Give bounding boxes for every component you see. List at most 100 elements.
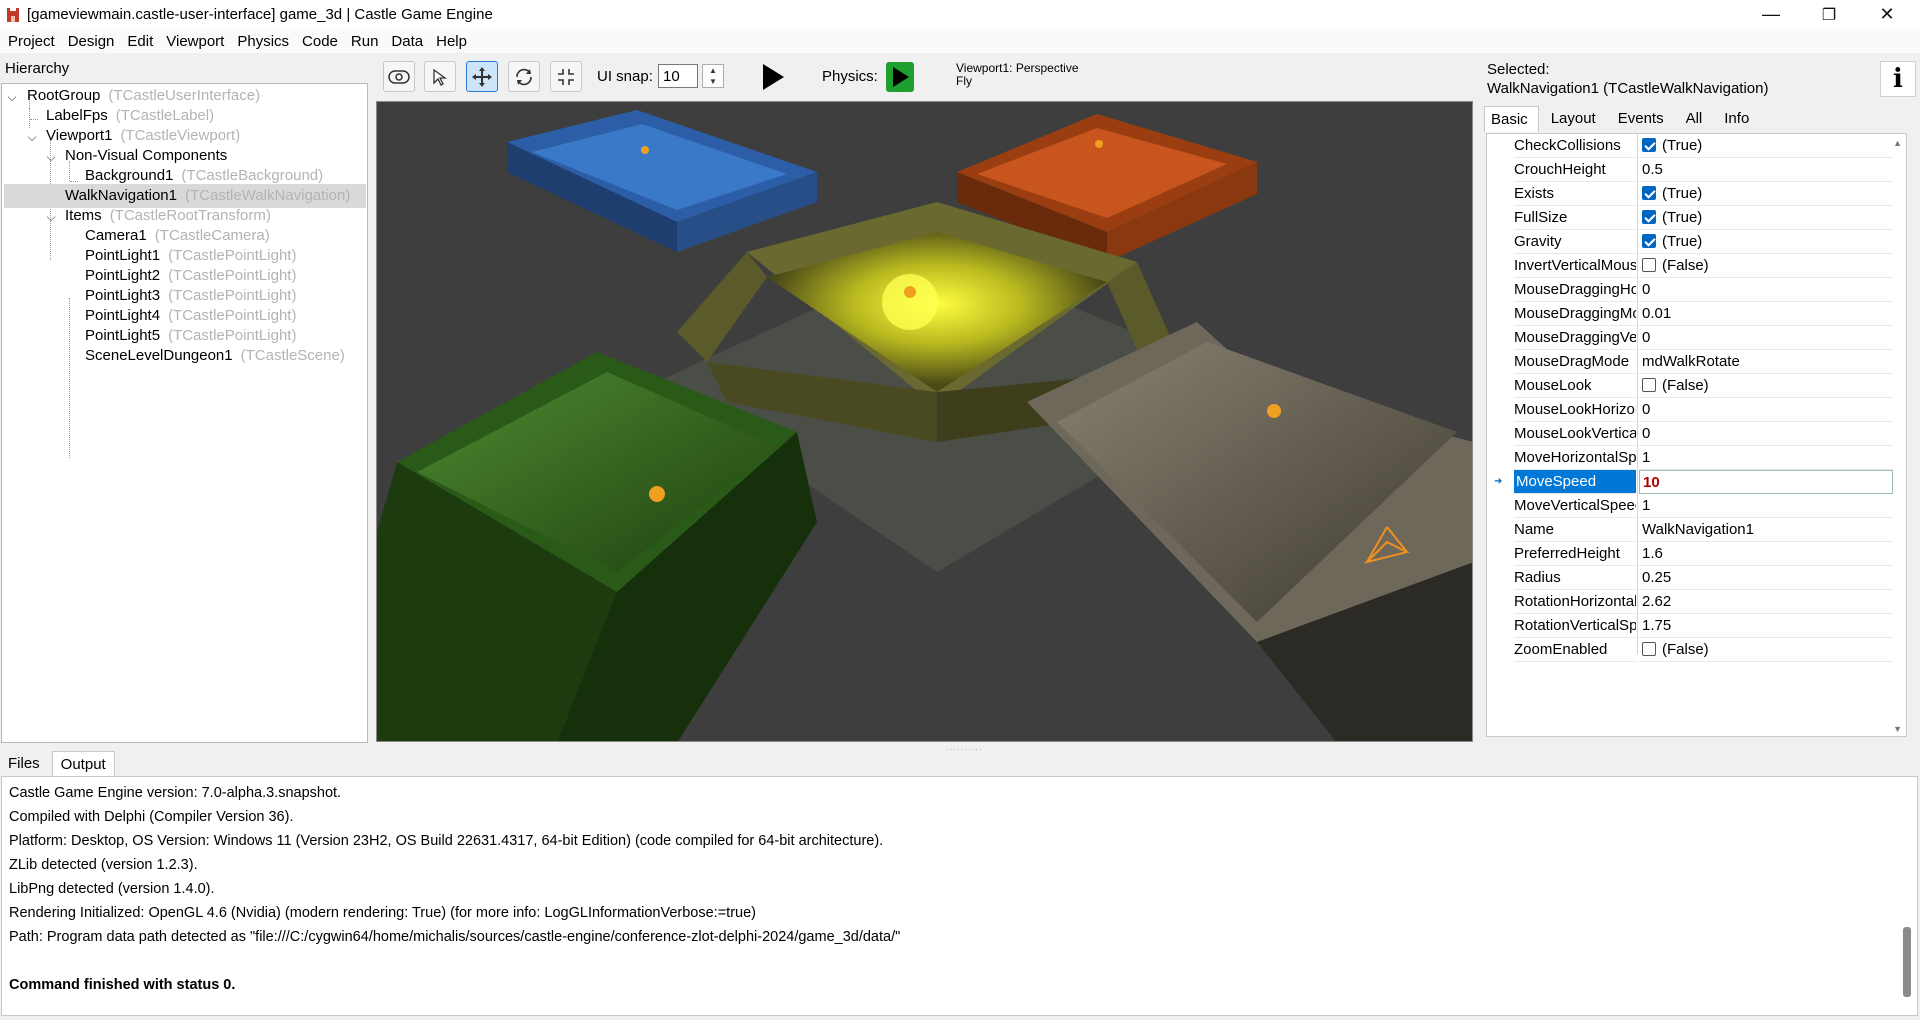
property-row[interactable]: RotationVerticalSpeed1.75 xyxy=(1487,614,1893,638)
translate-mode-button[interactable] xyxy=(466,61,498,92)
checkbox[interactable] xyxy=(1642,642,1656,656)
selected-component: WalkNavigation1 (TCastleWalkNavigation) xyxy=(1487,80,1769,97)
property-value[interactable]: (False) xyxy=(1639,374,1893,398)
checkbox[interactable] xyxy=(1642,378,1656,392)
property-value[interactable]: 0.25 xyxy=(1639,566,1893,590)
property-value[interactable]: 0 xyxy=(1639,422,1893,446)
tab-basic[interactable]: Basic xyxy=(1484,106,1539,132)
property-value[interactable]: 0 xyxy=(1639,326,1893,350)
physics-play-button[interactable] xyxy=(884,61,916,92)
output-scrollbar[interactable] xyxy=(1903,927,1911,997)
3d-viewport[interactable] xyxy=(376,101,1473,742)
property-row[interactable]: MouseDraggingVerticalRotationSpeed0 xyxy=(1487,326,1893,350)
checkbox[interactable] xyxy=(1642,234,1656,248)
checkbox[interactable] xyxy=(1642,210,1656,224)
expand-nonvisual-icon[interactable]: ⌵ xyxy=(44,150,58,165)
play-button[interactable] xyxy=(757,61,789,92)
splitter-handle[interactable]: ·········· xyxy=(946,745,983,754)
menu-physics[interactable]: Physics xyxy=(232,33,294,50)
property-value[interactable]: (True) xyxy=(1639,206,1893,230)
tab-layout[interactable]: Layout xyxy=(1545,106,1606,132)
log-line: Platform: Desktop, OS Version: Windows 1… xyxy=(9,833,884,849)
property-row[interactable]: FullSize (True) xyxy=(1487,206,1893,230)
ui-snap-input[interactable] xyxy=(658,64,698,88)
property-row[interactable]: CrouchHeight 0.5 xyxy=(1487,158,1893,182)
menu-viewport[interactable]: Viewport xyxy=(161,33,229,50)
property-row[interactable]: Gravity (True) xyxy=(1487,230,1893,254)
property-row[interactable]: CheckCollisions (True) xyxy=(1487,134,1893,158)
property-value[interactable]: 2.62 xyxy=(1639,590,1893,614)
property-name: MouseLookVerticalSensitivity xyxy=(1514,422,1636,446)
property-row[interactable]: MoveHorizontalSpeed1 xyxy=(1487,446,1893,470)
property-row[interactable]: ➜ MoveSpeed 10 xyxy=(1487,470,1893,494)
rotate-mode-button[interactable] xyxy=(508,61,540,92)
info-button[interactable]: i xyxy=(1880,61,1916,97)
property-row[interactable]: MoveVerticalSpeed 1 xyxy=(1487,494,1893,518)
menu-data[interactable]: Data xyxy=(386,33,428,50)
tree-item-sceneleveldungeon1[interactable]: SceneLevelDungeon1 (TCastleScene) xyxy=(85,344,345,368)
property-value[interactable]: 1 xyxy=(1639,494,1893,518)
close-button[interactable]: ✕ xyxy=(1858,0,1916,29)
scroll-down-icon[interactable]: ▼ xyxy=(1893,724,1902,734)
tab-files[interactable]: Files xyxy=(0,751,48,776)
expand-viewport1-icon[interactable]: ⌵ xyxy=(25,130,39,145)
menu-project[interactable]: Project xyxy=(3,33,60,50)
dungeon-scene-image xyxy=(377,102,1472,741)
menu-run[interactable]: Run xyxy=(346,33,384,50)
spin-down-icon[interactable]: ▼ xyxy=(703,76,723,87)
property-value[interactable]: WalkNavigation1 xyxy=(1639,518,1893,542)
property-name: PreferredHeight xyxy=(1514,542,1636,566)
checkbox[interactable] xyxy=(1642,258,1656,272)
property-value[interactable]: 10 xyxy=(1639,470,1893,494)
property-row[interactable]: InvertVerticalMouseLook (False) xyxy=(1487,254,1893,278)
property-value[interactable]: mdWalkRotate xyxy=(1639,350,1893,374)
expand-items-icon[interactable]: ⌵ xyxy=(44,210,58,225)
checkbox[interactable] xyxy=(1642,186,1656,200)
checkbox[interactable] xyxy=(1642,138,1656,152)
property-value[interactable]: 0 xyxy=(1639,398,1893,422)
tab-all[interactable]: All xyxy=(1680,106,1713,132)
property-value[interactable]: 1.6 xyxy=(1639,542,1893,566)
interact-mode-button[interactable] xyxy=(383,61,415,92)
menu-code[interactable]: Code xyxy=(297,33,343,50)
menu-design[interactable]: Design xyxy=(63,33,120,50)
hierarchy-tree: ⌵ RootGroup (TCastleUserInterface) LabelF… xyxy=(1,83,368,743)
tab-info[interactable]: Info xyxy=(1718,106,1759,132)
property-row[interactable]: RotationHorizontalSpeed2.62 xyxy=(1487,590,1893,614)
minimize-button[interactable]: — xyxy=(1742,0,1800,29)
property-row[interactable]: ZoomEnabled (False) xyxy=(1487,638,1893,662)
maximize-button[interactable]: ❐ xyxy=(1800,0,1858,29)
property-row[interactable]: Radius 0.25 xyxy=(1487,566,1893,590)
viewport-navigation-label: Fly xyxy=(956,74,972,88)
property-row[interactable]: Exists (True) xyxy=(1487,182,1893,206)
property-row[interactable]: MouseDragMode mdWalkRotate xyxy=(1487,350,1893,374)
property-value[interactable]: 1.75 xyxy=(1639,614,1893,638)
property-row[interactable]: MouseLook (False) xyxy=(1487,374,1893,398)
property-value[interactable]: (True) xyxy=(1639,230,1893,254)
property-value[interactable]: 1 xyxy=(1639,446,1893,470)
property-row[interactable]: Name WalkNavigation1 xyxy=(1487,518,1893,542)
property-row[interactable]: MouseDraggingMoveSpeed0.01 xyxy=(1487,302,1893,326)
property-value[interactable]: 0.5 xyxy=(1639,158,1893,182)
expand-rootgroup-icon[interactable]: ⌵ xyxy=(5,90,19,105)
menu-help[interactable]: Help xyxy=(431,33,472,50)
scroll-up-icon[interactable]: ▲ xyxy=(1893,138,1902,148)
menu-edit[interactable]: Edit xyxy=(122,33,158,50)
property-row[interactable]: MouseLookHorizontalSensitivity0 xyxy=(1487,398,1893,422)
property-row[interactable]: MouseLookVerticalSensitivity0 xyxy=(1487,422,1893,446)
property-row[interactable]: MouseDraggingHorizontalRotationSpeed0 xyxy=(1487,278,1893,302)
property-value[interactable]: (True) xyxy=(1639,182,1893,206)
property-row[interactable]: PreferredHeight 1.6 xyxy=(1487,542,1893,566)
property-value[interactable]: 0 xyxy=(1639,278,1893,302)
property-value[interactable]: (True) xyxy=(1639,134,1893,158)
select-mode-button[interactable] xyxy=(424,61,456,92)
tab-output[interactable]: Output xyxy=(51,751,115,776)
property-value[interactable]: (False) xyxy=(1639,638,1893,662)
ui-snap-stepper[interactable]: ▲ ▼ xyxy=(702,64,724,88)
castle-app-icon xyxy=(7,8,19,22)
property-value[interactable]: 0.01 xyxy=(1639,302,1893,326)
spin-up-icon[interactable]: ▲ xyxy=(703,65,723,76)
property-value[interactable]: (False) xyxy=(1639,254,1893,278)
scale-mode-button[interactable] xyxy=(550,61,582,92)
tab-events[interactable]: Events xyxy=(1612,106,1674,132)
